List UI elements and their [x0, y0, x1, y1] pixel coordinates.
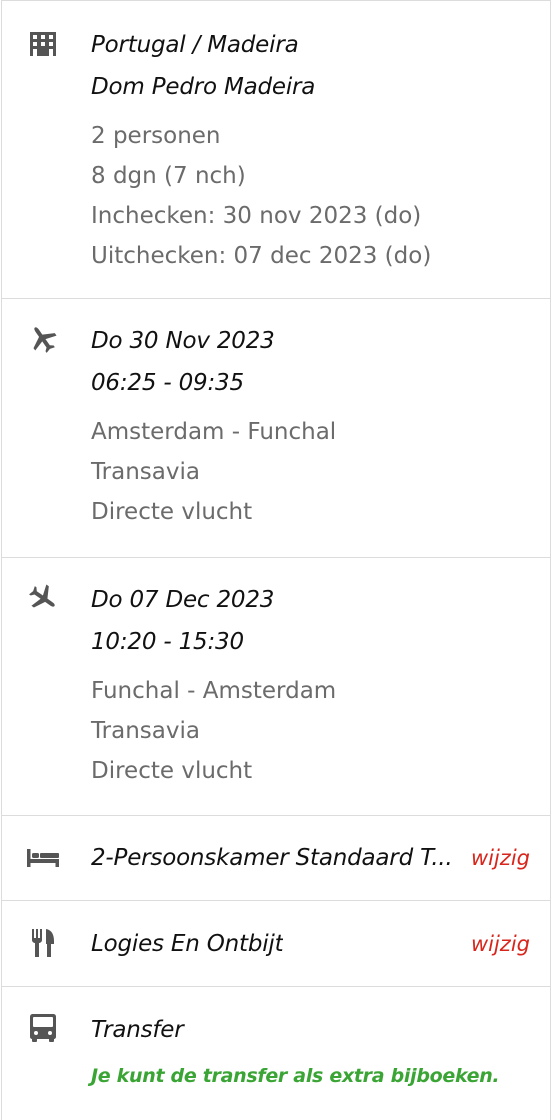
hotel-duration: 8 dgn (7 nch)	[91, 163, 246, 189]
outbound-time: 06:25 - 09:35	[91, 370, 244, 396]
airplane-arrival-icon	[26, 581, 60, 615]
room-type: 2-Persoonskamer Standaard T...	[91, 845, 453, 871]
return-flight-type: Directe vlucht	[91, 758, 253, 784]
booking-summary-card: Portugal / Madeira Dom Pedro Madeira 2 p…	[1, 0, 551, 1120]
return-time: 10:20 - 15:30	[91, 629, 244, 655]
board-section: Logies En Ontbijt wijzig	[2, 901, 550, 987]
return-date: Do 07 Dec 2023	[91, 587, 275, 613]
room-section: 2-Persoonskamer Standaard T... wijzig	[2, 816, 550, 901]
hotel-checkin: Inchecken: 30 nov 2023 (do)	[91, 203, 422, 229]
bed-icon	[26, 841, 60, 875]
hotel-checkout: Uitchecken: 07 dec 2023 (do)	[91, 243, 432, 269]
transfer-add-note[interactable]: Je kunt de transfer als extra bijboeken.	[91, 1061, 530, 1091]
airplane-departure-icon	[26, 322, 60, 356]
outbound-flight-section: Do 30 Nov 2023 06:25 - 09:35 Amsterdam -…	[2, 299, 550, 558]
hotel-name: Dom Pedro Madeira	[91, 74, 316, 100]
transfer-label: Transfer	[91, 1017, 184, 1043]
outbound-route: Amsterdam - Funchal	[91, 419, 337, 445]
room-change-link[interactable]: wijzig	[471, 846, 530, 870]
hotel-section: Portugal / Madeira Dom Pedro Madeira 2 p…	[2, 1, 550, 299]
building-icon	[26, 27, 60, 61]
outbound-date: Do 30 Nov 2023	[91, 328, 275, 354]
hotel-persons: 2 personen	[91, 123, 221, 149]
board-change-link[interactable]: wijzig	[471, 932, 530, 956]
transfer-section: Transfer Je kunt de transfer als extra b…	[2, 987, 550, 1117]
hotel-location: Portugal / Madeira	[91, 32, 299, 58]
return-airline: Transavia	[91, 718, 200, 744]
board-type: Logies En Ontbijt	[91, 931, 284, 957]
cutlery-icon	[26, 926, 60, 960]
return-flight-section: Do 07 Dec 2023 10:20 - 15:30 Funchal - A…	[2, 558, 550, 816]
return-route: Funchal - Amsterdam	[91, 678, 337, 704]
outbound-airline: Transavia	[91, 459, 200, 485]
bus-icon	[26, 1011, 60, 1045]
outbound-flight-type: Directe vlucht	[91, 499, 253, 525]
